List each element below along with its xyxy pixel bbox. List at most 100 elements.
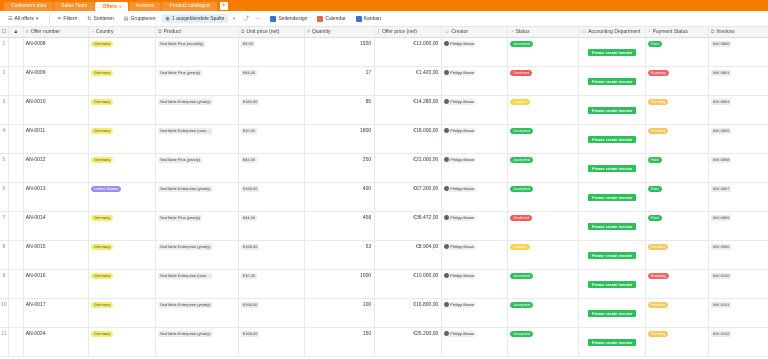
row-expand-icon[interactable] (9, 270, 24, 298)
table-row[interactable]: 8 AN-0015 Germany SeaTable Enterprise (year… (0, 241, 768, 270)
payment-status-cell[interactable]: Paid (646, 154, 709, 182)
unit-price-cell[interactable]: €84,00 (239, 212, 306, 240)
offer-number-cell[interactable]: AN-0013 (24, 183, 89, 211)
invoice-link[interactable]: INV-0899 (710, 215, 732, 221)
quantity-cell[interactable]: 458 (305, 212, 376, 240)
create-invoice-button[interactable]: Please create invoice (588, 339, 637, 346)
create-invoice-button[interactable]: Please create invoice (588, 223, 637, 230)
product-link[interactable]: SeaTable Enterprise (mon… (158, 273, 213, 279)
invoice-link[interactable]: INV-0101 (710, 302, 732, 308)
invoice-link[interactable]: INV-0102 (710, 331, 732, 337)
quantity-cell[interactable]: 17 (305, 67, 376, 95)
invoices-cell[interactable]: INV-0900 (709, 241, 768, 269)
status-cell[interactable]: Accepted (508, 299, 580, 327)
row-number[interactable]: 7 (0, 212, 9, 240)
invoices-cell[interactable]: INV-0891 (709, 67, 768, 95)
invoices-cell[interactable]: INV-0102 (709, 328, 768, 356)
column-header-payment-status[interactable]: ◔ Payment Status (646, 27, 709, 37)
quantity-cell[interactable]: 150 (305, 328, 376, 356)
row-expand-icon[interactable] (9, 212, 24, 240)
tab-invoices[interactable]: Invoices (129, 2, 162, 11)
row-number[interactable]: 3 (0, 96, 9, 124)
country-cell[interactable]: Germany (89, 212, 157, 240)
offer-price-cell[interactable]: €13.000,00 (375, 38, 443, 66)
table-row[interactable]: 7 AN-0014 Germany SeaTable Plus (yearly) €84… (0, 212, 768, 241)
product-link[interactable]: SeaTable Plus (yearly) (158, 70, 203, 76)
create-invoice-button[interactable]: Please create invoice (588, 78, 637, 85)
product-cell[interactable]: SeaTable Plus (yearly) (156, 154, 239, 182)
status-cell[interactable]: Declined (508, 212, 580, 240)
table-row[interactable]: 11 AN-0024 Germany SeaTable Enterprise (yea… (0, 328, 768, 357)
invoices-cell[interactable]: INV-0899 (709, 212, 768, 240)
offer-number-cell[interactable]: AN-0016 (24, 270, 89, 298)
create-invoice-button[interactable]: Please create invoice (588, 310, 637, 317)
kanban-button[interactable]: Kanban (352, 14, 385, 23)
table-row[interactable]: 5 AN-0012 Germany SeaTable Plus (yearly) €84… (0, 154, 768, 183)
row-number[interactable]: 6 (0, 183, 9, 211)
invoices-cell[interactable]: INV-0101 (709, 299, 768, 327)
offer-price-cell[interactable]: €10.000,00 (375, 270, 443, 298)
creator-cell[interactable]: Philipp Braun (442, 299, 509, 327)
invoices-cell[interactable]: INV-0100 (709, 270, 768, 298)
offer-number-cell[interactable]: AN-0010 (24, 96, 89, 124)
offer-number-cell[interactable]: AN-0009 (24, 67, 89, 95)
quantity-cell[interactable]: 1800 (305, 125, 376, 153)
offer-price-cell[interactable]: €21.000,00 (375, 154, 443, 182)
product-link[interactable]: SeaTable Enterprise (yearly) (158, 331, 213, 337)
hidden-columns-button[interactable]: ◉ 1 ausgeblendete Spalte (161, 14, 229, 23)
tab-sales-team[interactable]: Sales Team (54, 2, 95, 11)
unit-price-cell[interactable]: €168,00 (239, 183, 306, 211)
offer-number-cell[interactable]: AN-0017 (24, 299, 89, 327)
table-row[interactable]: 6 AN-0013 United States SeaTable Enterprise… (0, 183, 768, 212)
row-expand-icon[interactable] (9, 96, 24, 124)
creator-cell[interactable]: Philipp Braun (442, 212, 509, 240)
product-cell[interactable]: SeaTable Enterprise (yearly) (156, 241, 239, 269)
offer-price-cell[interactable]: €67.200,00 (375, 183, 443, 211)
tab-customers-data[interactable]: Customers data (4, 2, 54, 11)
unit-price-cell[interactable]: €168,00 (239, 328, 306, 356)
product-cell[interactable]: SeaTable Enterprise (yearly) (156, 96, 239, 124)
table-row[interactable]: 9 AN-0016 Germany SeaTable Enterprise (mon…… (0, 270, 768, 299)
create-invoice-button[interactable]: Please create invoice (588, 107, 637, 114)
more-icon[interactable]: ⋯ (254, 15, 262, 23)
invoice-link[interactable]: INV-0895 (710, 128, 732, 134)
creator-cell[interactable]: Philipp Braun (442, 183, 509, 211)
payment-status-cell[interactable]: Running (646, 270, 709, 298)
invoice-link[interactable]: INV-0897 (710, 186, 732, 192)
product-link[interactable]: SeaTable Enterprise (yearly) (158, 186, 213, 192)
create-invoice-button[interactable]: Please create invoice (588, 49, 637, 56)
invoices-cell[interactable]: INV-0894 (709, 96, 768, 124)
create-invoice-button[interactable]: Please create invoice (588, 252, 637, 259)
unit-price-cell[interactable]: €84,00 (239, 154, 306, 182)
quantity-cell[interactable]: 100 (305, 299, 376, 327)
country-cell[interactable]: Germany (89, 154, 157, 182)
column-header-offer-price[interactable]: ƒ Offer price (net) (375, 27, 443, 37)
column-header-offer-number[interactable]: ≡ Offer number (24, 27, 89, 37)
payment-status-cell[interactable]: Paid (646, 38, 709, 66)
product-link[interactable]: SeaTable Enterprise (yearly) (158, 99, 213, 105)
column-header-product[interactable]: ⧉ Product (156, 27, 239, 37)
payment-status-cell[interactable]: Pending (646, 328, 709, 356)
offer-price-cell[interactable]: €8.904,00 (375, 241, 443, 269)
offer-number-cell[interactable]: AN-0012 (24, 154, 89, 182)
row-number[interactable]: 10 (0, 299, 9, 327)
offer-price-cell[interactable]: €25.200,00 (375, 328, 443, 356)
unit-price-cell[interactable]: €10,00 (239, 270, 306, 298)
payment-status-cell[interactable]: Running (646, 67, 709, 95)
status-cell[interactable]: Accepted (508, 328, 580, 356)
offer-price-cell[interactable]: €38.472,00 (375, 212, 443, 240)
offer-number-cell[interactable]: AN-0008 (24, 38, 89, 66)
unit-price-cell[interactable]: €180,00 (239, 96, 306, 124)
offer-number-cell[interactable]: AN-0014 (24, 212, 89, 240)
product-link[interactable]: SeaTable Enterprise (yearly) (158, 244, 213, 250)
row-number[interactable]: 1 (0, 38, 9, 66)
view-selector[interactable]: ☰ All offers ▾ (4, 14, 44, 23)
product-cell[interactable]: SeaTable Enterprise (yearly) (156, 299, 239, 327)
country-cell[interactable]: Germany (89, 125, 157, 153)
country-cell[interactable]: Germany (89, 96, 157, 124)
creator-cell[interactable]: Philipp Braun (442, 67, 509, 95)
offer-number-cell[interactable]: AN-0024 (24, 328, 89, 356)
quantity-cell[interactable]: 400 (305, 183, 376, 211)
status-cell[interactable]: Loaded (508, 241, 580, 269)
column-header-unit-price[interactable]: ⧉ Unit price (net) (239, 27, 306, 37)
